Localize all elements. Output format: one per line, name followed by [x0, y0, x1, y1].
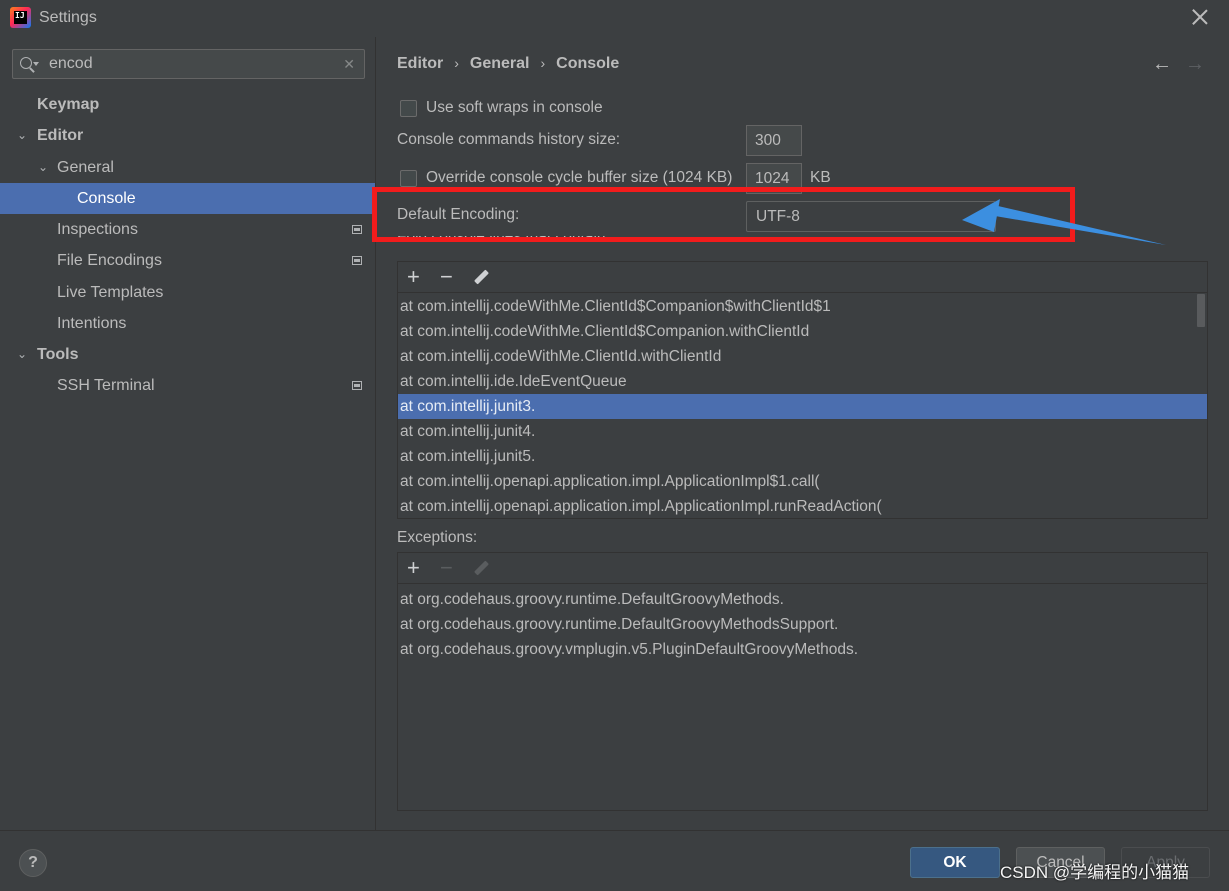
list-item[interactable]: at com.intellij.codeWithMe.ClientId.with… — [398, 344, 1207, 369]
breadcrumb-item[interactable]: General — [470, 55, 530, 73]
list-item[interactable]: at com.intellij.junit4. — [398, 419, 1207, 444]
watermark: CSDN @学编程的小猫猫 — [1000, 863, 1190, 882]
search-icon[interactable] — [19, 56, 39, 74]
close-icon[interactable] — [1189, 6, 1211, 28]
scrollbar-thumb[interactable] — [1197, 294, 1205, 327]
list-item[interactable]: at com.intellij.codeWithMe.ClientId$Comp… — [398, 294, 1207, 319]
tree-item-general[interactable]: ⌄ General — [0, 152, 375, 183]
tree-item-label: Intentions — [57, 315, 127, 332]
soft-wraps-checkbox[interactable] — [400, 100, 417, 117]
project-settings-icon — [352, 256, 362, 265]
tree-item-ssh-terminal[interactable]: SSH Terminal — [0, 370, 375, 401]
ok-button[interactable]: OK — [910, 847, 1000, 878]
list-item[interactable]: at com.intellij.openapi.application.impl… — [398, 494, 1207, 519]
history-size-input[interactable]: 300 — [746, 125, 802, 156]
fold-toolbar: + − — [398, 262, 1207, 293]
search-value[interactable]: encod — [49, 55, 93, 73]
tree-item-label: Inspections — [57, 221, 138, 238]
tree-item-label: Live Templates — [57, 284, 164, 301]
back-arrow-icon[interactable]: ← — [1152, 53, 1172, 76]
fold-lines-panel: + − at com.intellij.codeWithMe.ClientId$… — [397, 261, 1208, 519]
tree-item-file-encodings[interactable]: File Encodings — [0, 245, 375, 276]
intellij-icon: IJ — [10, 7, 31, 28]
remove-icon[interactable]: − — [440, 265, 453, 289]
exceptions-label: Exceptions: — [397, 529, 478, 546]
breadcrumb-separator: › — [540, 55, 546, 71]
tree-item-label: Keymap — [37, 96, 100, 113]
chevron-down-icon[interactable]: ⌄ — [17, 120, 27, 151]
tree-item-keymap[interactable]: Keymap — [0, 89, 375, 120]
list-item[interactable]: at com.intellij.codeWithMe.ClientId$Comp… — [398, 319, 1207, 344]
tree-item-intentions[interactable]: Intentions — [0, 308, 375, 339]
tree-item-label: File Encodings — [57, 252, 162, 269]
tree-item-label: Tools — [37, 346, 79, 363]
breadcrumb: Editor › General › Console — [397, 55, 619, 73]
list-item-selected[interactable]: at com.intellij.junit3. — [398, 394, 1207, 419]
tree-item-editor[interactable]: ⌄ Editor — [0, 120, 375, 151]
list-item[interactable]: at org.codehaus.groovy.runtime.DefaultGr… — [398, 587, 1207, 612]
breadcrumb-item: Console — [556, 55, 620, 72]
forward-arrow-icon: → — [1185, 53, 1205, 75]
edit-icon — [472, 560, 490, 578]
history-size-label: Console commands history size: — [397, 131, 621, 148]
clear-search-icon[interactable]: ✕ — [343, 56, 355, 73]
tree-item-live-templates[interactable]: Live Templates — [0, 277, 375, 308]
add-icon[interactable]: + — [407, 265, 420, 289]
tree-item-label: General — [57, 159, 114, 176]
exceptions-toolbar: + − — [398, 553, 1207, 584]
buffer-unit-label: KB — [810, 169, 831, 186]
search-input[interactable]: encod ✕ — [12, 49, 365, 79]
tree-item-tools[interactable]: ⌄ Tools — [0, 339, 375, 370]
breadcrumb-item[interactable]: Editor — [397, 55, 443, 73]
tree-item-label: Editor — [37, 127, 84, 144]
settings-content: Editor › General › Console ← → Use soft wrap… — [377, 37, 1229, 830]
override-buffer-checkbox[interactable] — [400, 170, 417, 187]
list-item[interactable]: at com.intellij.ide.IdeEventQueue — [398, 369, 1207, 394]
list-item[interactable]: at com.intellij.openapi.application.impl… — [398, 469, 1207, 494]
chevron-down-icon[interactable]: ⌄ — [38, 152, 48, 183]
project-settings-icon — [352, 225, 362, 234]
chevron-down-icon[interactable]: ⌄ — [17, 339, 27, 370]
breadcrumb-separator: › — [454, 55, 459, 71]
override-buffer-label[interactable]: Override console cycle buffer size (1024… — [426, 169, 732, 187]
help-button[interactable]: ? — [19, 849, 47, 877]
list-item[interactable]: at com.intellij.junit5. — [398, 444, 1207, 469]
remove-icon: − — [440, 555, 453, 580]
tree-item-console[interactable]: Console — [0, 183, 375, 214]
tree-item-label: Console — [77, 190, 136, 207]
add-icon[interactable]: + — [407, 556, 420, 580]
list-item[interactable]: at org.codehaus.groovy.vmplugin.v5.Plugi… — [398, 637, 1207, 662]
title-bar: IJ Settings — [0, 0, 1229, 37]
window-title: Settings — [39, 9, 97, 26]
soft-wraps-label[interactable]: Use soft wraps in console — [426, 99, 603, 117]
list-item[interactable]: at org.codehaus.groovy.runtime.DefaultGr… — [398, 612, 1207, 637]
exceptions-panel: + − at org.codehaus.groovy.runtime.Defau… — [397, 552, 1208, 811]
annotation-highlight-box — [372, 187, 1075, 242]
tree-item-inspections[interactable]: Inspections — [0, 214, 375, 245]
project-settings-icon — [352, 381, 362, 390]
edit-icon[interactable] — [472, 269, 490, 287]
tree-item-label: SSH Terminal — [57, 377, 155, 394]
settings-sidebar: encod ✕ Keymap ⌄ Editor ⌄ General Consol… — [0, 37, 376, 830]
